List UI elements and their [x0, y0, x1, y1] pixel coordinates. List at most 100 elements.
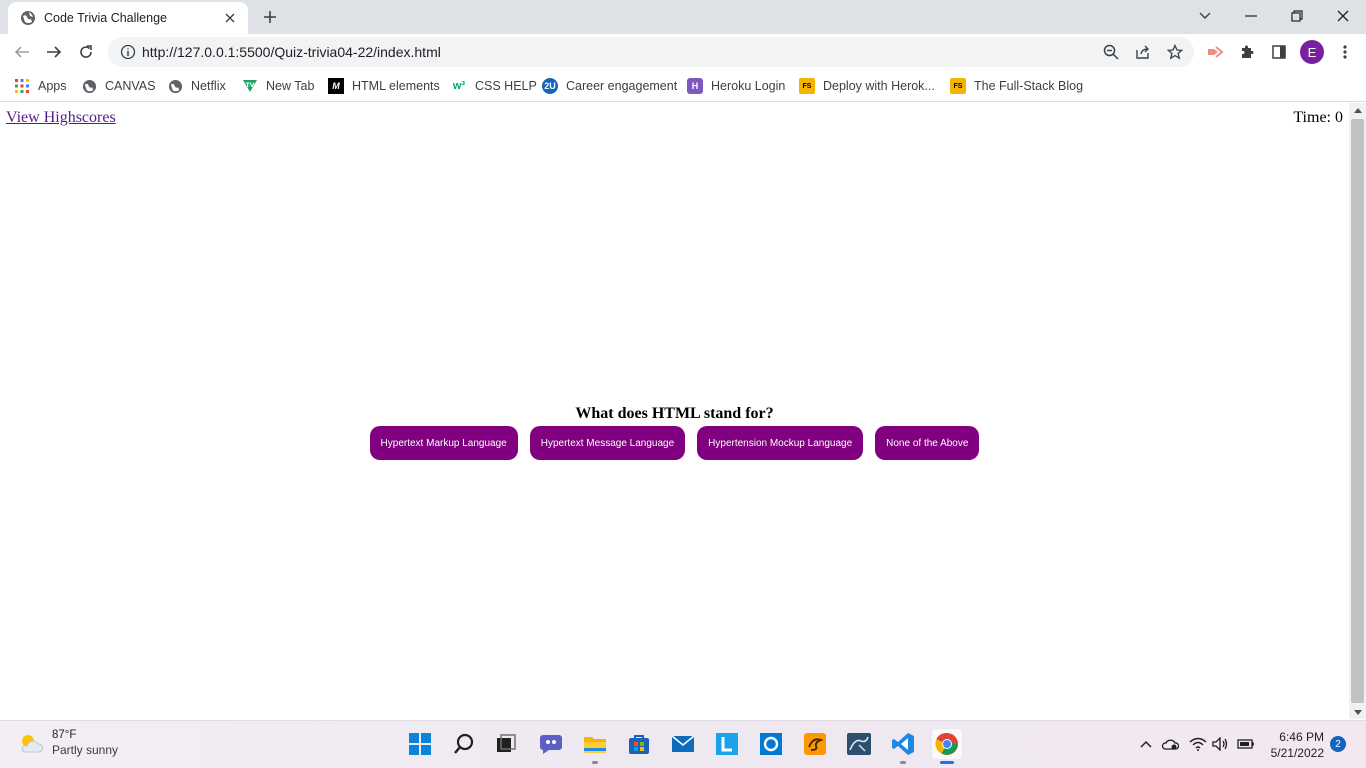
tab-title: Code Trivia Challenge	[44, 11, 167, 25]
onedrive-sync-icon[interactable]	[1160, 733, 1180, 755]
search-icon[interactable]	[449, 729, 479, 759]
scrollbar-thumb[interactable]	[1351, 119, 1364, 703]
store-icon[interactable]	[624, 729, 654, 759]
weather-temperature: 87°F	[52, 729, 77, 741]
page-viewport: View Highscores Time: 0 What does HTML st…	[0, 103, 1349, 719]
heroku-logo-icon: H	[687, 78, 703, 94]
fs-logo-icon: FS	[950, 78, 966, 94]
reload-icon[interactable]	[74, 40, 98, 64]
m-logo-icon: M	[328, 78, 344, 94]
clock-time: 6:46 PM	[1279, 730, 1324, 744]
weather-widget[interactable]: 87°F Partly sunny	[18, 729, 118, 757]
weather-condition: Partly sunny	[52, 743, 119, 757]
chat-icon[interactable]	[536, 729, 566, 759]
bookmark-apps[interactable]: Apps	[14, 76, 67, 96]
timer-value: 0	[1335, 109, 1343, 126]
apps-grid-icon	[14, 78, 30, 94]
mail-icon[interactable]	[668, 729, 698, 759]
chrome-icon[interactable]	[932, 729, 962, 764]
bookmark-label: Netflix	[191, 79, 226, 93]
partly-sunny-icon	[21, 735, 43, 753]
browser-toolbar: http://127.0.0.1:5500/Quiz-trivia04-22/i…	[0, 34, 1366, 70]
bookmark-heroku-login[interactable]: H Heroku Login	[687, 76, 785, 96]
bookmark-label: The Full-Stack Blog	[974, 79, 1084, 93]
bookmark-css-help[interactable]: w³ CSS HELP	[451, 76, 537, 96]
tab-search-icon[interactable]	[1191, 4, 1219, 28]
extensions-puzzle-icon[interactable]	[1235, 40, 1259, 64]
bookmark-career-engagement[interactable]: 2U Career engagement	[542, 76, 677, 96]
2u-logo-icon: 2U	[542, 78, 558, 94]
bookmark-label: HTML elements	[352, 79, 440, 93]
share-icon[interactable]	[1131, 40, 1155, 64]
vertical-scrollbar[interactable]	[1349, 103, 1366, 719]
system-clock[interactable]: 6:46 PM 5/21/2022	[1262, 729, 1324, 761]
battery-icon[interactable]	[1236, 733, 1256, 755]
mysql-icon[interactable]	[844, 729, 874, 759]
extension-cast-icon[interactable]	[1203, 40, 1227, 64]
profile-avatar[interactable]: E	[1300, 40, 1324, 64]
start-icon[interactable]	[405, 729, 435, 759]
chevron-up-icon[interactable]	[1136, 733, 1156, 755]
answer-button-4[interactable]: None of the Above	[875, 426, 980, 460]
bookmark-star-icon[interactable]	[1163, 40, 1187, 64]
volume-icon[interactable]	[1211, 733, 1231, 755]
bookmark-label: Heroku Login	[711, 79, 786, 93]
timer-label: Time:	[1293, 109, 1331, 126]
bookmark-deploy-heroku[interactable]: FS Deploy with Herok...	[799, 76, 935, 96]
question-text: What does HTML stand for?	[575, 405, 774, 422]
cortana-icon[interactable]	[756, 729, 786, 759]
browser-tab[interactable]: Code Trivia Challenge	[8, 2, 248, 34]
forward-icon[interactable]	[42, 40, 66, 64]
task-view-icon[interactable]	[491, 729, 521, 759]
answer-button-3[interactable]: Hypertension Mockup Language	[697, 426, 864, 460]
scroll-down-arrow-icon[interactable]	[1349, 705, 1366, 719]
close-window-icon[interactable]	[1329, 4, 1357, 28]
notification-badge[interactable]: 2	[1330, 736, 1346, 752]
answer-button-1[interactable]: Hypertext Markup Language	[369, 426, 518, 460]
menu-kebab-icon[interactable]	[1333, 40, 1357, 64]
view-highscores-link[interactable]: View Highscores	[6, 109, 116, 127]
running-indicator	[592, 761, 598, 764]
minimize-icon[interactable]	[1237, 4, 1265, 28]
windows-taskbar: 87°F Partly sunny 6:46 PM 5/21/2022 2	[0, 720, 1366, 768]
sublime-icon[interactable]	[800, 729, 830, 759]
answer-button-2[interactable]: Hypertext Message Language	[529, 426, 686, 460]
bookmark-full-stack-blog[interactable]: FS The Full-Stack Blog	[950, 76, 1083, 96]
wifi-icon[interactable]	[1188, 733, 1208, 755]
bookmark-canvas[interactable]: CANVAS	[81, 76, 155, 96]
w3-logo-icon: w³	[452, 80, 466, 92]
close-tab-icon[interactable]	[222, 10, 238, 26]
bookmark-new-tab[interactable]: TV New Tab	[242, 76, 314, 96]
globe-icon	[81, 78, 97, 94]
bookmark-label: Apps	[38, 79, 67, 93]
clock-date: 5/21/2022	[1270, 746, 1324, 760]
timer: Time: 0	[1293, 109, 1343, 127]
vscode-icon[interactable]	[888, 729, 918, 764]
restore-icon[interactable]	[1283, 4, 1311, 28]
address-bar[interactable]: http://127.0.0.1:5500/Quiz-trivia04-22/i…	[108, 37, 1194, 67]
answer-list: Hypertext Markup Language Hypertext Mess…	[0, 426, 1349, 460]
bookmark-label: CSS HELP	[475, 79, 537, 93]
info-icon[interactable]	[120, 44, 136, 60]
tab-strip: Code Trivia Challenge	[0, 0, 1366, 34]
side-panel-icon[interactable]	[1267, 40, 1291, 64]
bookmark-label: CANVAS	[105, 79, 156, 93]
new-tab-button[interactable]	[258, 5, 282, 29]
bookmark-label: New Tab	[266, 79, 315, 93]
tv-icon: TV	[242, 78, 258, 94]
url-text[interactable]: http://127.0.0.1:5500/Quiz-trivia04-22/i…	[142, 44, 441, 60]
bookmark-label: Deploy with Herok...	[823, 79, 935, 93]
zoom-icon[interactable]	[1099, 40, 1123, 64]
running-indicator	[900, 761, 906, 764]
scroll-up-arrow-icon[interactable]	[1349, 103, 1366, 117]
bookmark-html-elements[interactable]: M HTML elements	[328, 76, 440, 96]
l-app-icon[interactable]	[712, 729, 742, 759]
fs-logo-icon: FS	[799, 78, 815, 94]
bookmark-netflix[interactable]: Netflix	[167, 76, 226, 96]
globe-icon	[167, 78, 183, 94]
active-indicator	[940, 761, 954, 764]
bookmark-label: Career engagement	[566, 79, 678, 93]
bookmarks-bar: Apps CANVAS Netflix TV New Tab M HTML el…	[0, 70, 1366, 102]
back-icon[interactable]	[10, 40, 34, 64]
file-explorer-icon[interactable]	[580, 729, 610, 764]
